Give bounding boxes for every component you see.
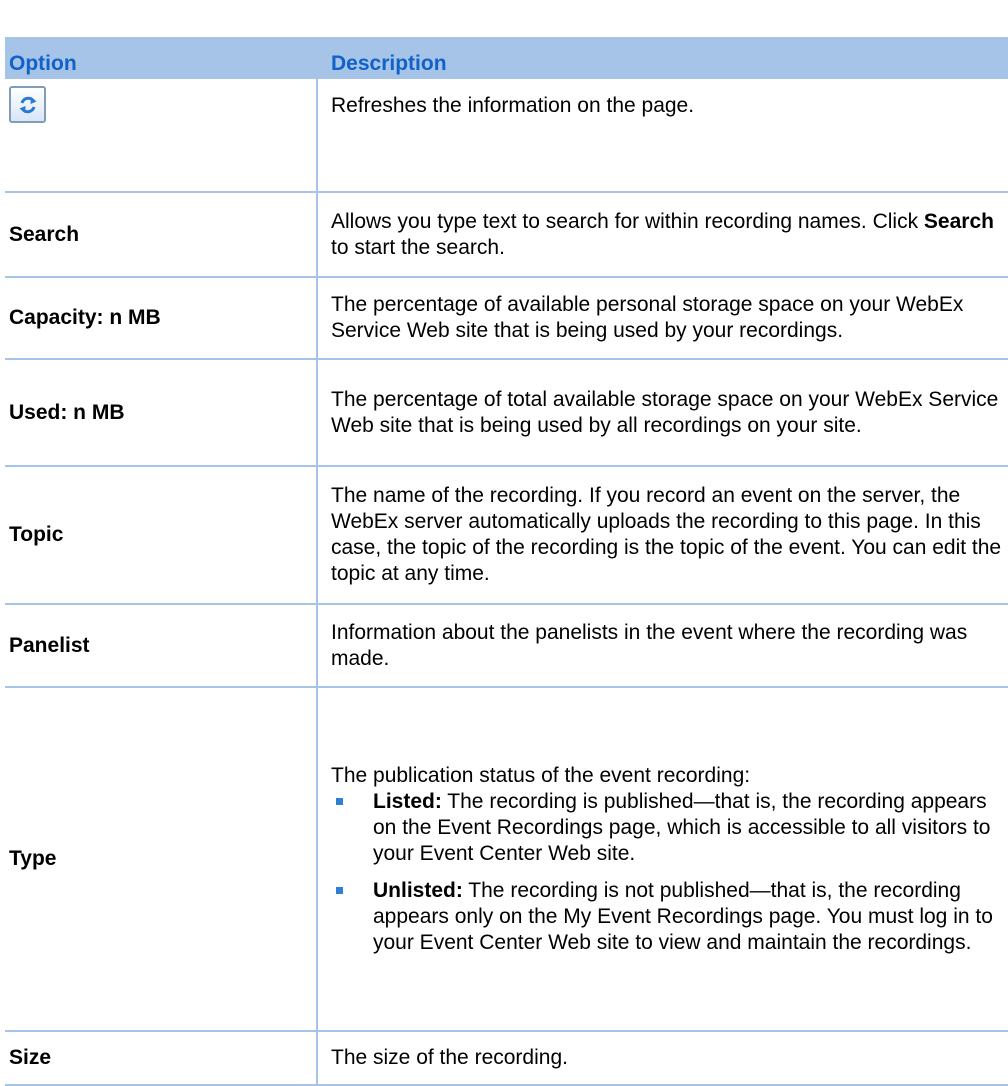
desc-search-text-pre: Allows you type text to search for withi… [331, 209, 924, 233]
desc-size: The size of the recording. [317, 1031, 1008, 1086]
bullet-square-icon [336, 797, 343, 805]
options-table: Option Description Refreshes the informa… [5, 37, 1008, 1086]
option-panelist: Panelist [5, 604, 318, 688]
table-row-topic: Topic The name of the recording. If you … [5, 466, 1008, 605]
list-item-unlisted: Unlisted: The recording is not published… [331, 878, 1004, 956]
desc-search-bold: Search [923, 209, 994, 233]
desc-refresh: Refreshes the information on the page. [317, 79, 1008, 193]
refresh-icon [19, 96, 36, 113]
table-row-refresh: Refreshes the information on the page. [5, 79, 1008, 193]
table-row-type: Type The publication status of the event… [5, 687, 1008, 1032]
refresh-button[interactable] [9, 86, 46, 123]
option-type: Type [5, 687, 318, 1032]
option-refresh-cell [5, 79, 318, 193]
header-description: Description [317, 37, 1008, 79]
option-size: Size [5, 1031, 318, 1086]
option-search: Search [5, 192, 318, 278]
header-option: Option [5, 37, 317, 79]
table-row-capacity: Capacity: n MB The percentage of availab… [5, 277, 1008, 360]
table-row-size: Size The size of the recording. [5, 1031, 1008, 1086]
list-item-listed: Listed: The recording is published—that … [331, 789, 1004, 867]
bullet-square-icon [336, 886, 343, 894]
desc-search: Allows you type text to search for withi… [317, 192, 1008, 278]
bullet-text-unlisted: The recording is not published—that is, … [373, 878, 993, 954]
desc-search-text-post: to start the search. [331, 235, 505, 259]
table-header-row: Option Description [5, 37, 1008, 79]
desc-panelist: Information about the panelists in the e… [317, 604, 1008, 688]
table-row-panelist: Panelist Information about the panelists… [5, 604, 1008, 688]
table-row-used: Used: n MB The percentage of total avail… [5, 359, 1008, 467]
option-capacity: Capacity: n MB [5, 277, 318, 360]
table-row-search: Search Allows you type text to search fo… [5, 192, 1008, 278]
bullet-text-listed: The recording is published—that is, the … [373, 789, 991, 865]
desc-type-intro: The publication status of the event reco… [331, 763, 751, 787]
bullet-term-unlisted: Unlisted: [373, 878, 463, 902]
option-used: Used: n MB [5, 359, 318, 467]
bullet-term-listed: Listed: [373, 789, 442, 813]
type-bullet-list: Listed: The recording is published—that … [331, 789, 1004, 956]
desc-type: The publication status of the event reco… [317, 687, 1008, 1032]
option-topic: Topic [5, 466, 318, 605]
desc-capacity: The percentage of available personal sto… [317, 277, 1008, 360]
desc-topic: The name of the recording. If you record… [317, 466, 1008, 605]
desc-used: The percentage of total available storag… [317, 359, 1008, 467]
